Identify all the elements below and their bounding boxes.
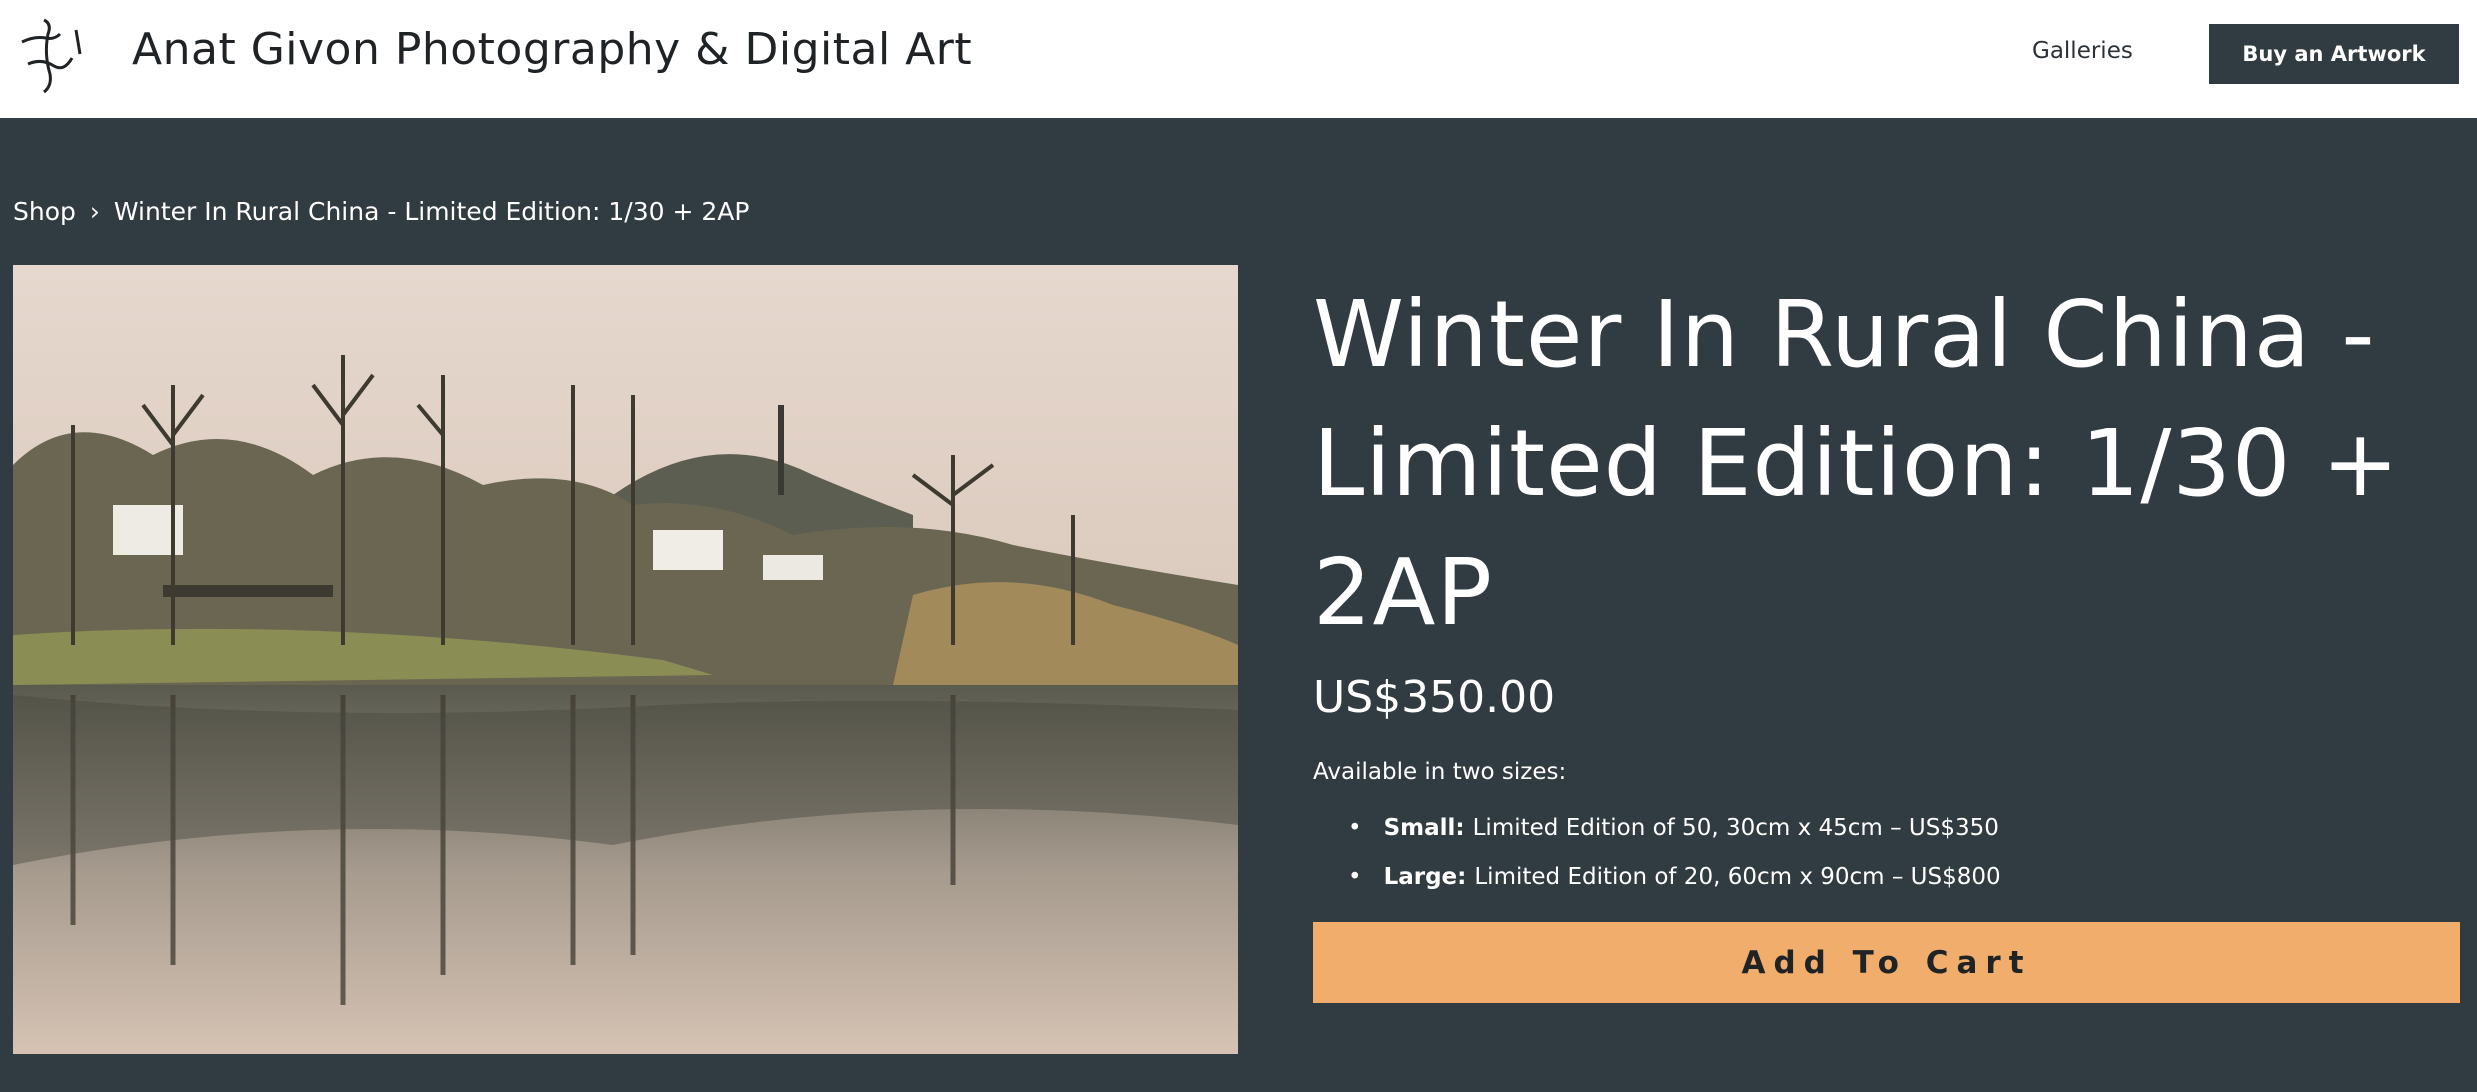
add-to-cart-button[interactable]: Add To Cart [1313, 922, 2460, 1003]
signature-logo-icon[interactable] [14, 14, 94, 94]
breadcrumb-separator: › [89, 197, 100, 226]
size-name: Large: [1383, 864, 1467, 890]
size-list: • Small: Limited Edition of 50, 30cm x 45c… [1348, 815, 2001, 913]
availability-text: Available in two sizes: [1313, 759, 1567, 785]
list-item: • Large: Limited Edition of 20, 60cm x 90c… [1348, 864, 2001, 913]
product-photo[interactable] [13, 265, 1238, 1054]
nav-galleries-link[interactable]: Galleries [2032, 38, 2133, 64]
size-detail: Limited Edition of 20, 60cm x 90cm – US$… [1474, 864, 2001, 890]
bullet-icon: • [1348, 864, 1362, 890]
size-detail: Limited Edition of 50, 30cm x 45cm – US$… [1472, 815, 1999, 841]
product-title: Winter In Rural China - Limited Edition:… [1313, 281, 2400, 646]
breadcrumb-current: Winter In Rural China - Limited Edition:… [113, 197, 750, 226]
breadcrumb-shop-link[interactable]: Shop [13, 197, 76, 226]
buy-artwork-button[interactable]: Buy an Artwork [2209, 24, 2459, 84]
breadcrumb: Shop › Winter In Rural China - Limited Edi… [13, 197, 749, 226]
site-header: Anat Givon Photography & Digital Art Gal… [0, 0, 2477, 118]
size-name: Small: [1383, 815, 1465, 841]
site-title[interactable]: Anat Givon Photography & Digital Art [132, 24, 972, 75]
product-price: US$350.00 [1313, 672, 1556, 723]
bullet-icon: • [1348, 815, 1362, 841]
list-item: • Small: Limited Edition of 50, 30cm x 45c… [1348, 815, 2001, 864]
